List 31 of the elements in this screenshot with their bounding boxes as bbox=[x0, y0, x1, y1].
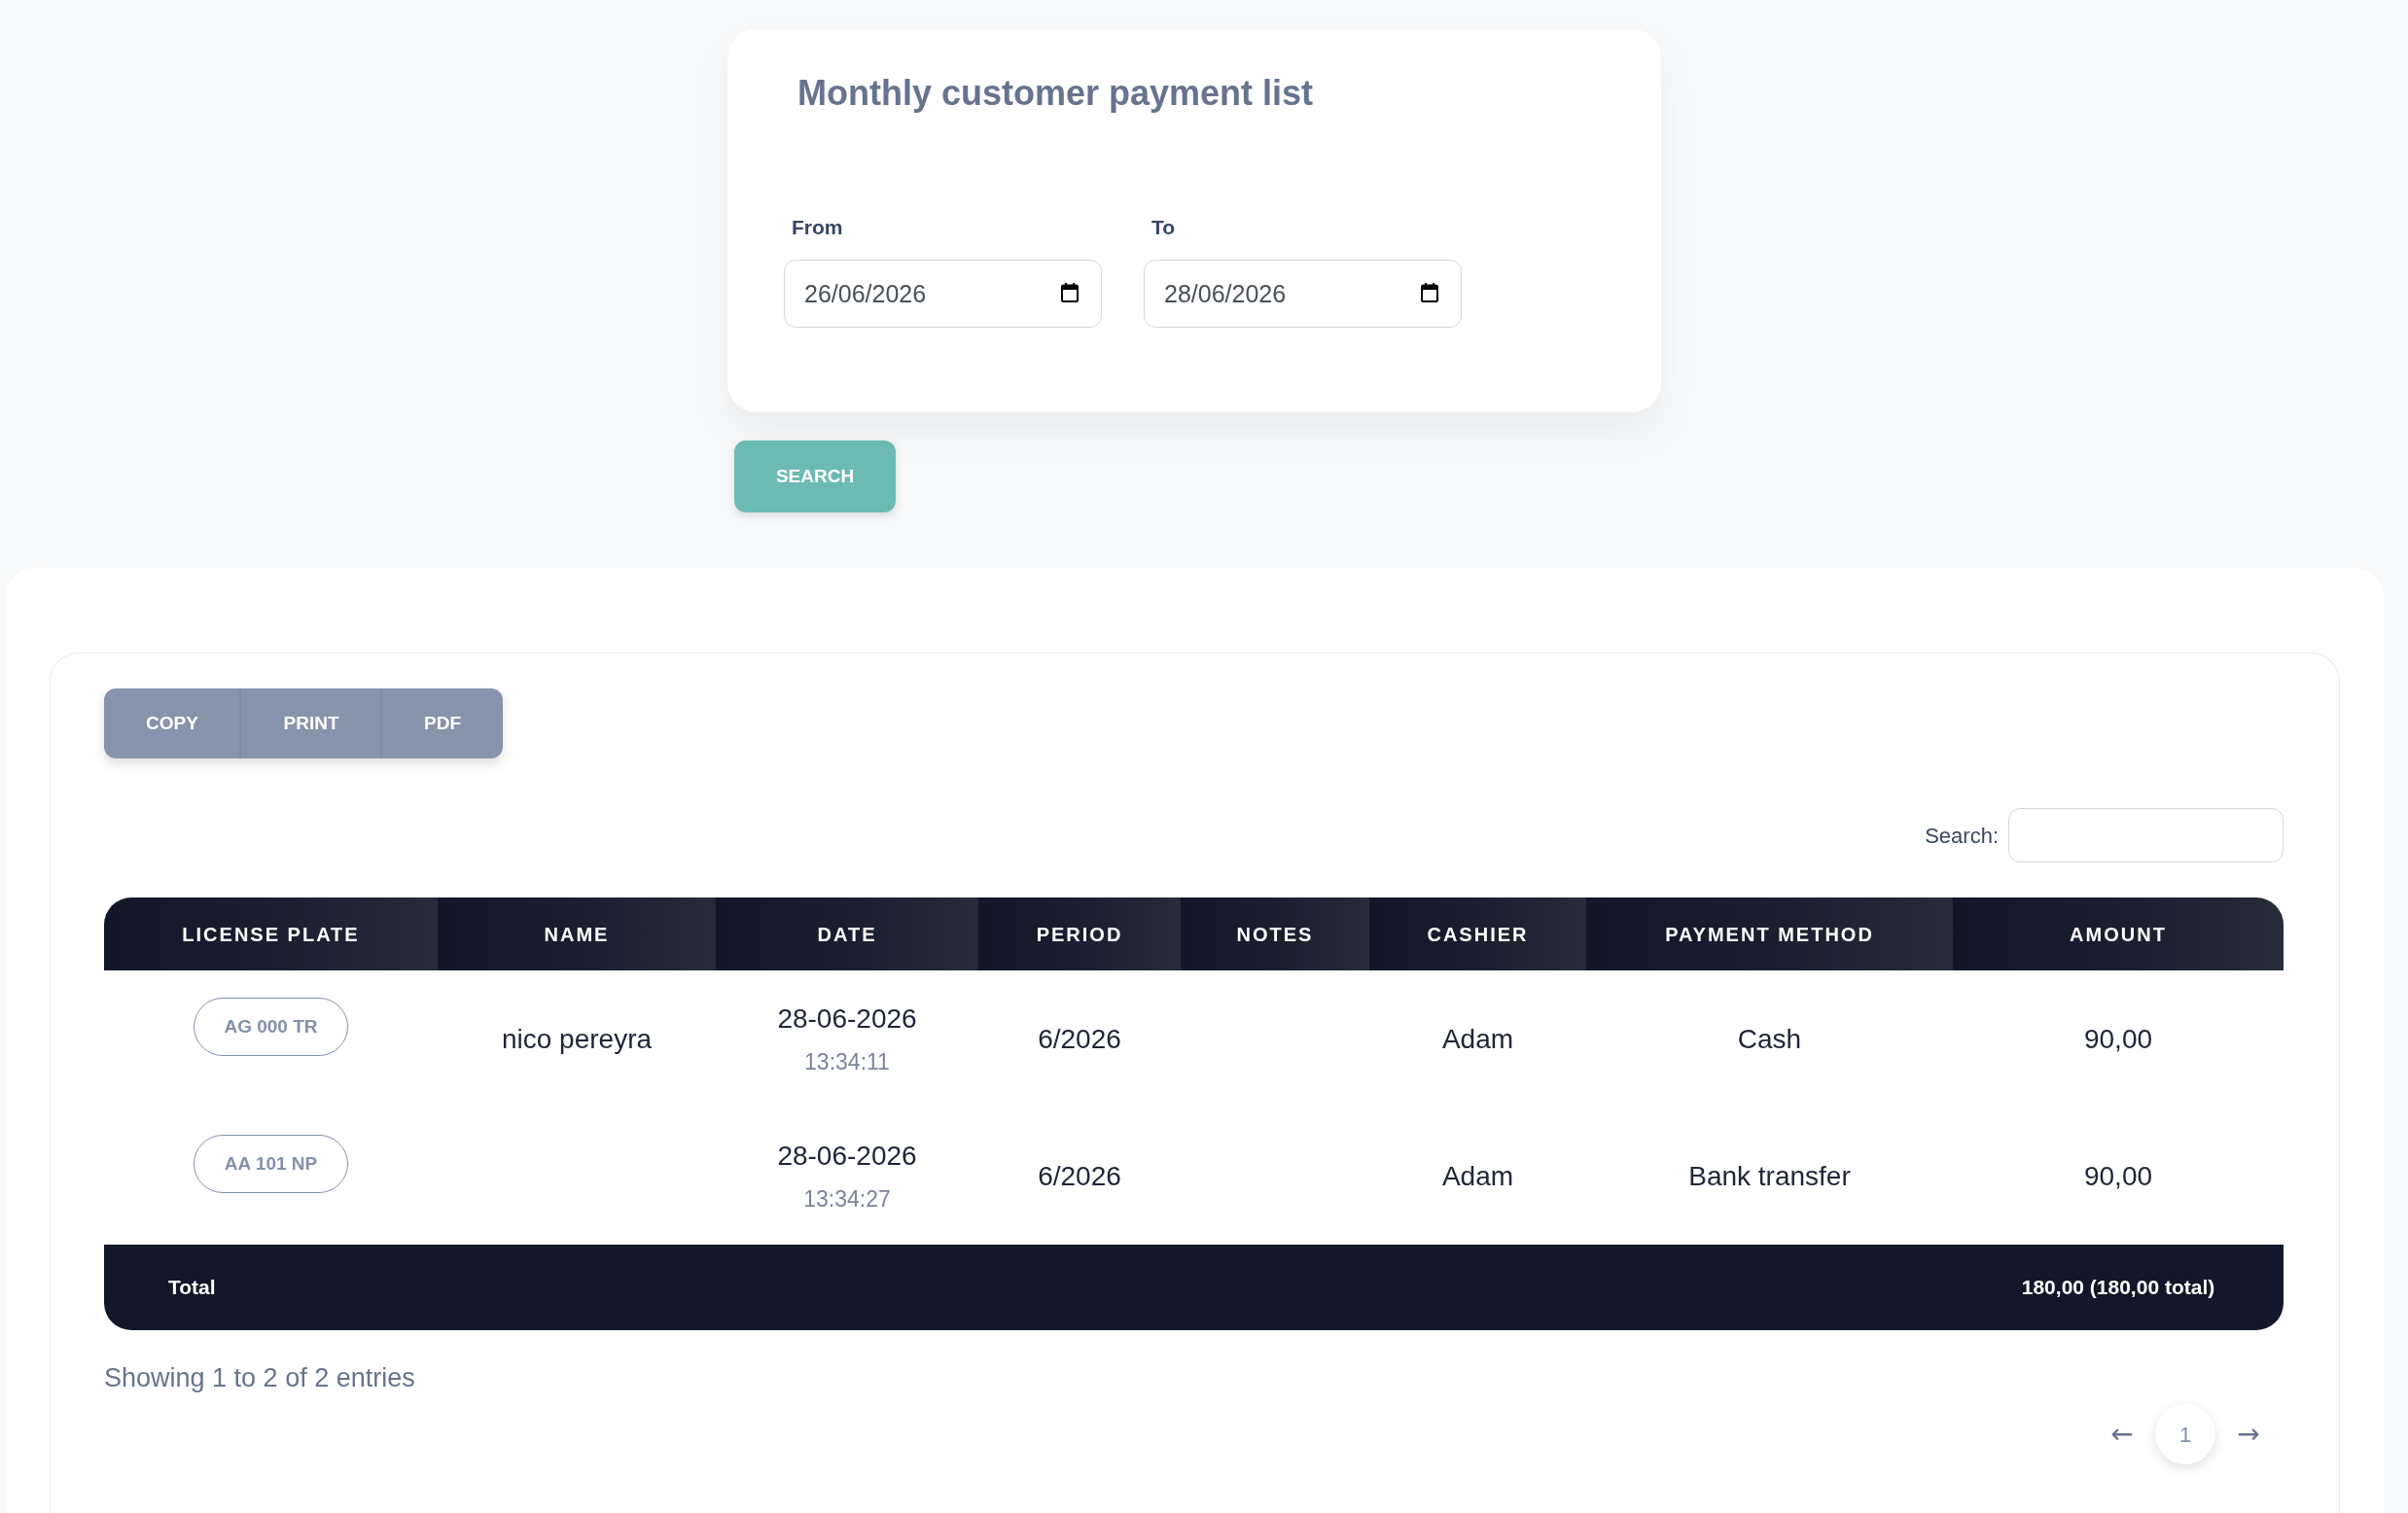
next-page-link[interactable]: → bbox=[2229, 1404, 2268, 1465]
column-header: NAME bbox=[438, 897, 716, 971]
export-button[interactable]: PRINT bbox=[239, 688, 381, 759]
field-label: From bbox=[792, 215, 844, 240]
column-header: PERIOD bbox=[978, 897, 1181, 971]
card-title: Monthly customer payment list bbox=[797, 72, 1315, 115]
time-text: 13:34:11 bbox=[803, 1048, 891, 1077]
date-field[interactable]: 26/06/2026 bbox=[784, 260, 1102, 329]
calendar-icon[interactable] bbox=[1421, 283, 1438, 303]
column-header: CASHIER bbox=[1369, 897, 1586, 971]
column-header: PAYMENT METHOD bbox=[1586, 897, 1953, 971]
export-button[interactable]: PDF bbox=[380, 688, 503, 759]
export-button[interactable]: COPY bbox=[104, 688, 240, 759]
search-label: Search: bbox=[1925, 822, 1999, 850]
entries-info: Showing 1 to 2 of 2 entries bbox=[104, 1362, 416, 1394]
previous-page-link[interactable]: ← bbox=[2103, 1404, 2142, 1465]
calendar-icon[interactable] bbox=[1061, 283, 1079, 303]
column-header: NOTES bbox=[1181, 897, 1369, 971]
search-button[interactable]: SEARCH bbox=[734, 440, 896, 513]
search-field[interactable] bbox=[2008, 808, 2284, 863]
date-text: 28-06-2026 bbox=[776, 1003, 918, 1037]
date-text: 28-06-2026 bbox=[776, 1140, 918, 1174]
column-header: AMOUNT bbox=[1953, 897, 2284, 971]
field-label: To bbox=[1151, 215, 1177, 240]
date-field[interactable]: 28/06/2026 bbox=[1144, 260, 1462, 329]
column-header: DATE bbox=[716, 897, 978, 971]
time-text: 13:34:27 bbox=[802, 1185, 892, 1214]
page-link[interactable]: 1 bbox=[2155, 1404, 2215, 1465]
column-header: LICENSE PLATE bbox=[104, 897, 438, 971]
total-amount: 180,00 (180,00 total) bbox=[1953, 1245, 2284, 1331]
total-label: Total bbox=[104, 1245, 438, 1331]
